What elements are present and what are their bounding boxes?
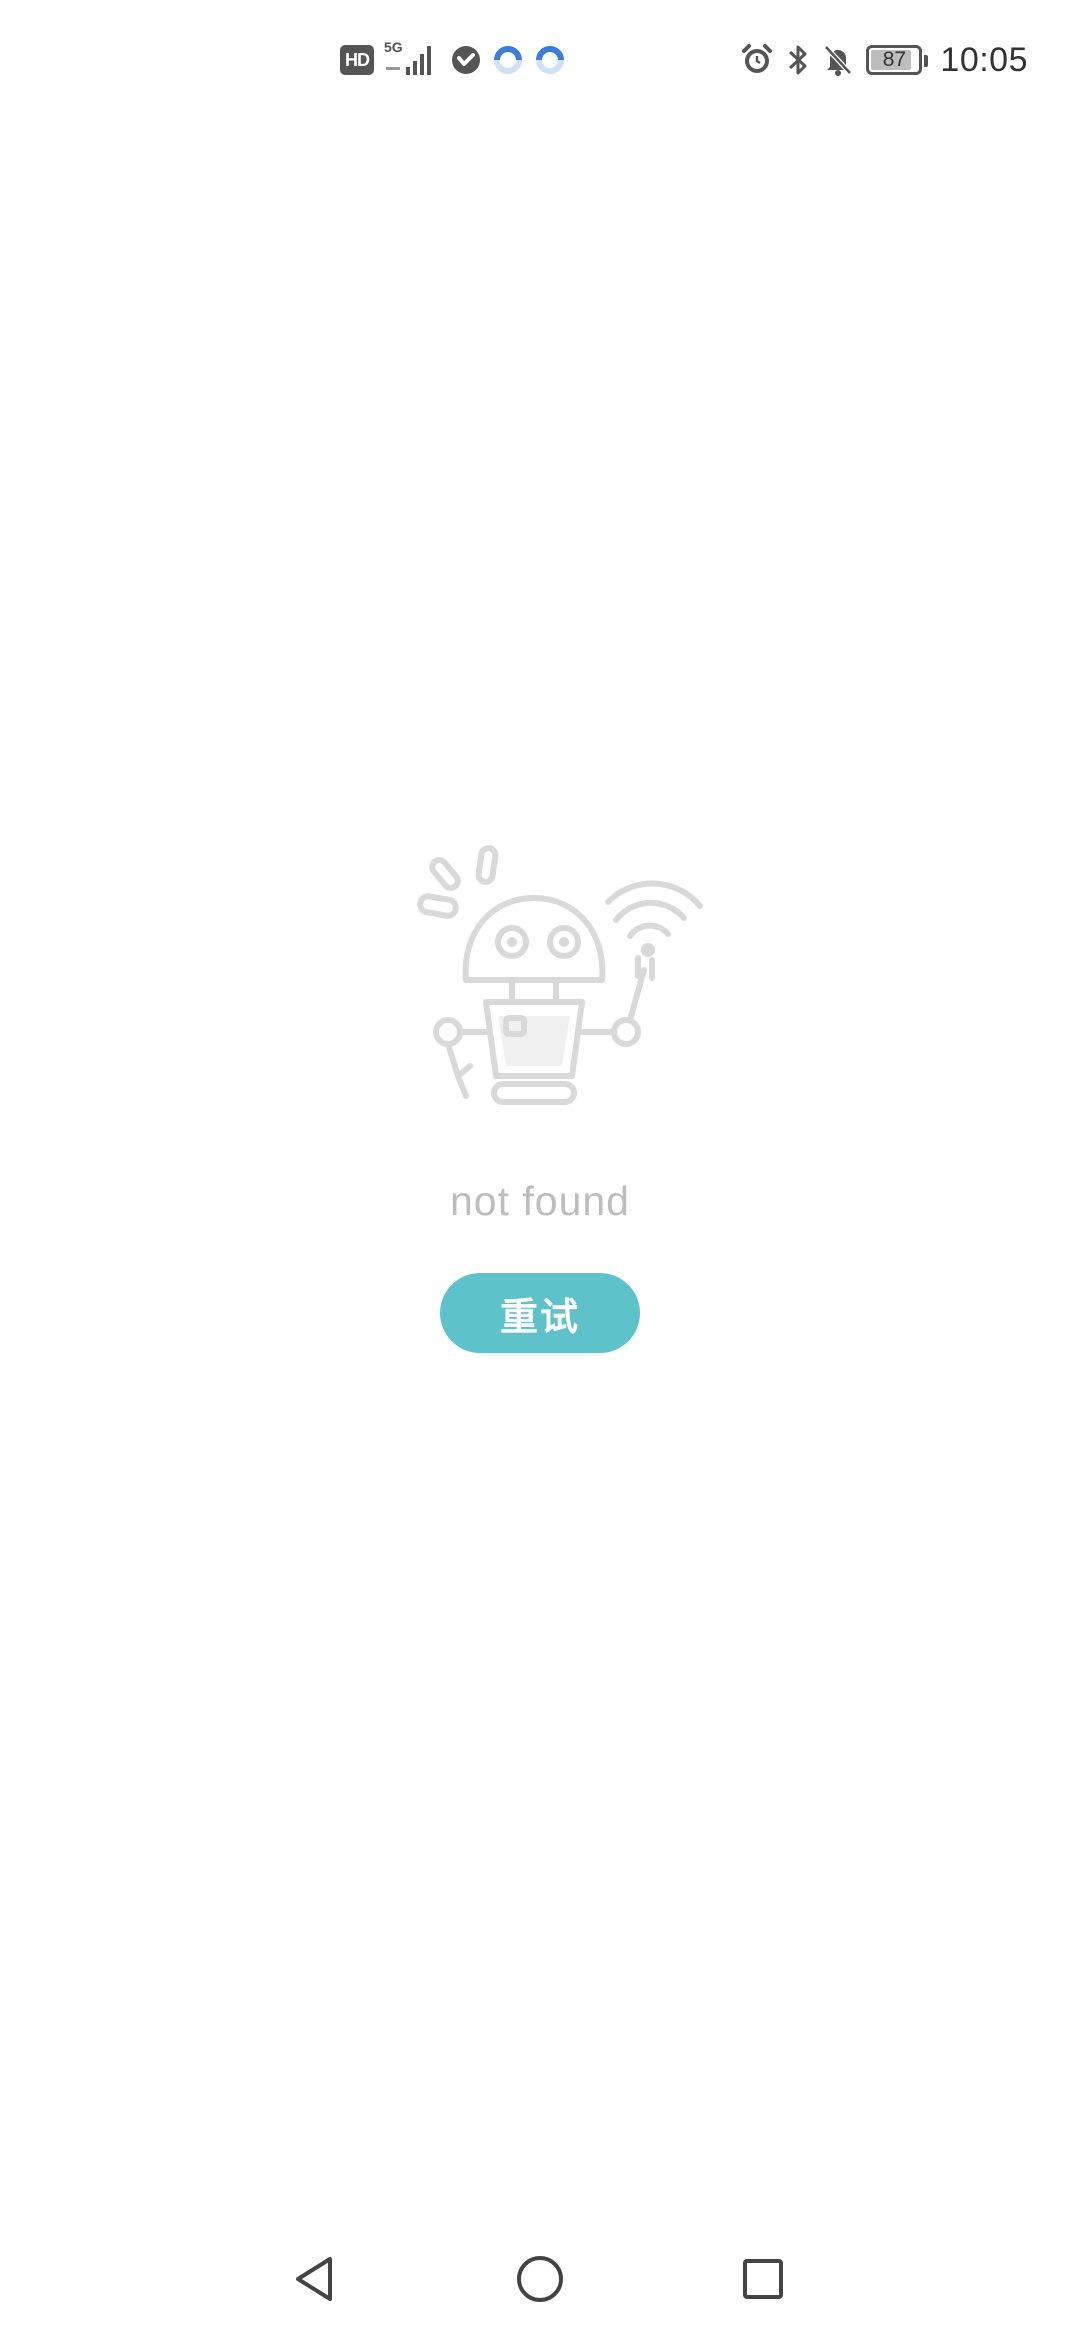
signal-icon: 5G bbox=[384, 39, 440, 79]
bell-muted-icon bbox=[822, 43, 854, 77]
loading-ring-icon bbox=[492, 44, 524, 76]
hd-icon: HD bbox=[340, 45, 374, 75]
battery-icon: 87 bbox=[866, 45, 929, 75]
home-circle-icon[interactable] bbox=[480, 2220, 600, 2338]
retry-button[interactable]: 重试 bbox=[440, 1273, 640, 1353]
status-bar-left: HD 5G bbox=[340, 38, 566, 82]
app-screen: HD 5G 87 10:05 not found 重试 bbox=[0, 0, 1080, 2338]
not-found-message: not found bbox=[450, 1178, 630, 1224]
loading-ring-icon bbox=[534, 44, 566, 76]
status-bar: HD 5G 87 10:05 bbox=[0, 0, 1080, 120]
battery-level: 87 bbox=[882, 48, 907, 71]
heart-shield-icon bbox=[450, 44, 482, 76]
system-nav-bar bbox=[0, 2220, 1080, 2338]
status-bar-right: 87 10:05 bbox=[740, 38, 1028, 82]
robot-icon bbox=[412, 840, 712, 1130]
clock: 10:05 bbox=[940, 40, 1028, 79]
recent-square-icon[interactable] bbox=[703, 2220, 823, 2338]
back-triangle-icon[interactable] bbox=[255, 2220, 375, 2338]
alarm-icon bbox=[740, 43, 774, 77]
bluetooth-icon bbox=[786, 42, 810, 78]
